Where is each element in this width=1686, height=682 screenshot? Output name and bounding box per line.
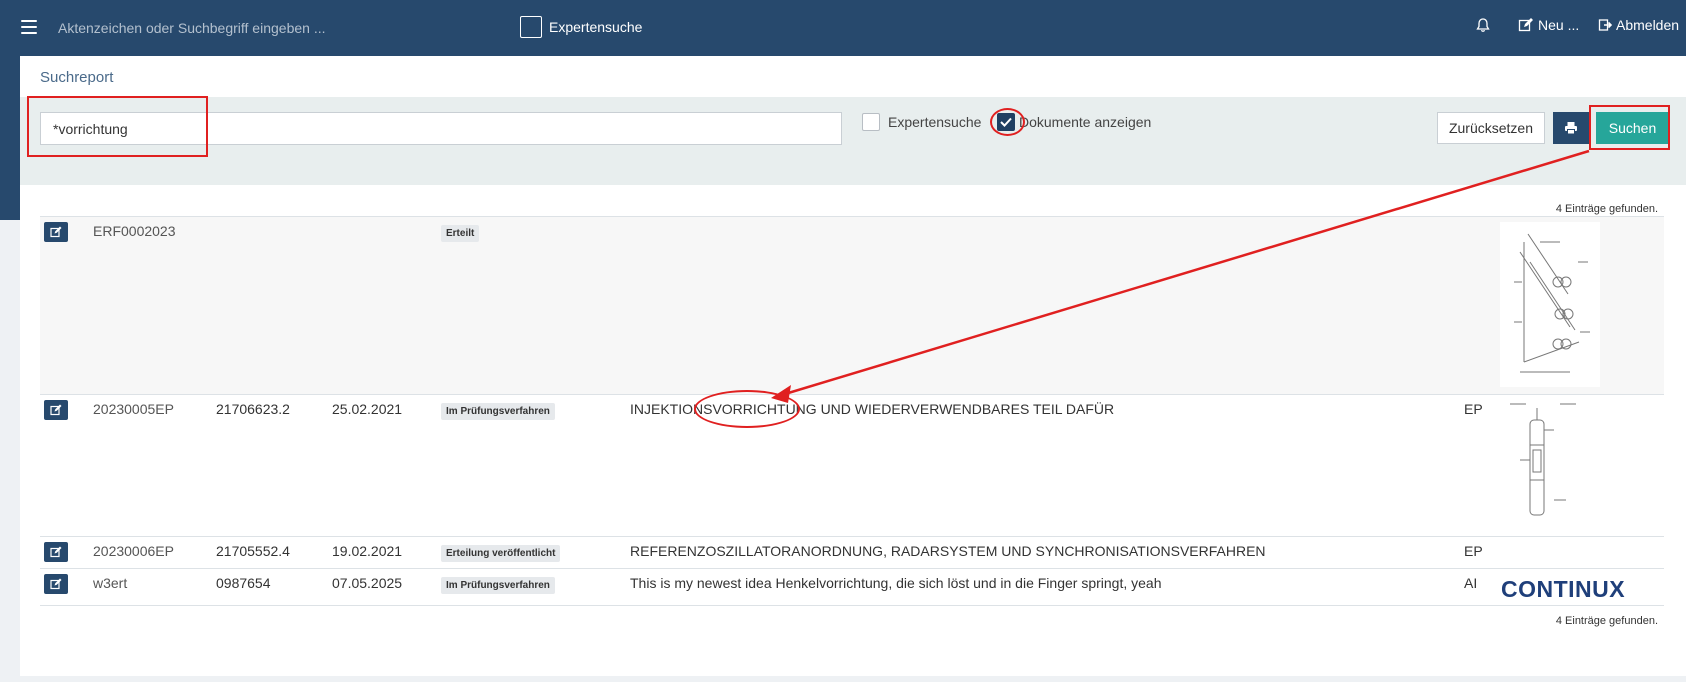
top-expert-checkbox[interactable] <box>520 16 542 38</box>
edit-icon <box>50 226 62 238</box>
search-button[interactable]: Suchen <box>1596 112 1669 144</box>
edit-row-button[interactable] <box>44 222 68 242</box>
edit-icon <box>1518 18 1533 32</box>
show-documents-toggle[interactable]: Dokumente anzeigen <box>997 113 1151 131</box>
logout-button[interactable]: Abmelden <box>1598 17 1679 33</box>
edit-icon <box>50 404 62 416</box>
result-count-bottom: 4 Einträge gefunden. <box>1555 615 1658 627</box>
top-expert-label: Expertensuche <box>549 19 643 35</box>
row-country: EP <box>1464 401 1483 417</box>
search-panel: Expertensuche Dokumente anzeigen Zurücks… <box>20 97 1686 185</box>
row-title: INJEKTIONSVORRICHTUNG UND WIEDERVERWENDB… <box>630 401 1115 417</box>
edit-icon <box>50 546 62 558</box>
edit-row-button[interactable] <box>44 574 68 594</box>
row-date: 25.02.2021 <box>332 401 403 417</box>
patent-drawing-thumbnail[interactable] <box>1500 400 1590 528</box>
search-report-card: Suchreport Expertensuche Dokumente anzei… <box>20 56 1686 676</box>
result-count-top: 4 Einträge gefunden. <box>1555 203 1658 215</box>
reset-button[interactable]: Zurücksetzen <box>1437 112 1545 144</box>
print-icon <box>1565 122 1577 135</box>
row-application-number: 0987654 <box>216 575 271 591</box>
edit-row-button[interactable] <box>44 542 68 562</box>
row-application-number: 21705552.4 <box>216 543 290 559</box>
row-country: AI <box>1464 575 1478 591</box>
continux-logo[interactable]: CONTINUX <box>1501 576 1625 603</box>
show-documents-checkbox[interactable] <box>997 113 1015 131</box>
row-title: REFERENZOSZILLATORANORDNUNG, RADARSYSTEM… <box>630 543 1266 559</box>
table-row: 20230006EP 21705552.4 19.02.2021 Erteilu… <box>40 536 1664 568</box>
edit-row-button[interactable] <box>44 400 68 420</box>
show-documents-label: Dokumente anzeigen <box>1019 114 1152 130</box>
expert-search-label: Expertensuche <box>888 114 982 130</box>
status-badge: Im Prüfungsverfahren <box>441 577 555 594</box>
row-country: EP <box>1464 543 1483 559</box>
global-search-input[interactable] <box>58 16 498 40</box>
top-expert-toggle[interactable]: Expertensuche <box>520 16 642 38</box>
logout-label: Abmelden <box>1616 17 1680 33</box>
new-label: Neu ... <box>1538 17 1580 33</box>
expert-search-checkbox[interactable] <box>862 113 880 131</box>
bell-icon <box>1476 18 1490 32</box>
notifications-button[interactable] <box>1475 17 1491 33</box>
print-button[interactable] <box>1553 112 1589 144</box>
status-badge: Erteilung veröffentlicht <box>441 545 561 562</box>
row-date: 19.02.2021 <box>332 543 403 559</box>
row-date: 07.05.2025 <box>332 575 403 591</box>
checkmark-icon <box>1000 117 1012 127</box>
expert-search-toggle[interactable]: Expertensuche <box>862 113 981 131</box>
table-row: w3ert 0987654 07.05.2025 Im Prüfungsverf… <box>40 568 1664 606</box>
row-aktenzeichen[interactable]: ERF0002023 <box>93 223 176 239</box>
menu-icon[interactable] <box>21 20 37 34</box>
patent-drawing-thumbnail[interactable] <box>1500 222 1600 387</box>
table-row: 20230005EP 21706623.2 25.02.2021 Im Prüf… <box>40 394 1664 536</box>
row-application-number: 21706623.2 <box>216 401 290 417</box>
search-input[interactable] <box>40 112 842 145</box>
edit-icon <box>50 578 62 590</box>
page-title: Suchreport <box>40 69 114 86</box>
status-badge: Im Prüfungsverfahren <box>441 403 555 420</box>
row-aktenzeichen[interactable]: 20230005EP <box>93 401 174 417</box>
status-badge: Erteilt <box>441 225 480 242</box>
row-aktenzeichen[interactable]: 20230006EP <box>93 543 174 559</box>
logo-text: CONTINUX <box>1501 576 1626 602</box>
new-button[interactable]: Neu ... <box>1518 17 1579 33</box>
table-row: ERF0002023 Erteilt <box>40 216 1664 394</box>
row-aktenzeichen[interactable]: w3ert <box>93 575 127 591</box>
logout-icon <box>1598 19 1613 31</box>
row-title: This is my newest idea Henkelvorrichtung… <box>630 575 1162 591</box>
